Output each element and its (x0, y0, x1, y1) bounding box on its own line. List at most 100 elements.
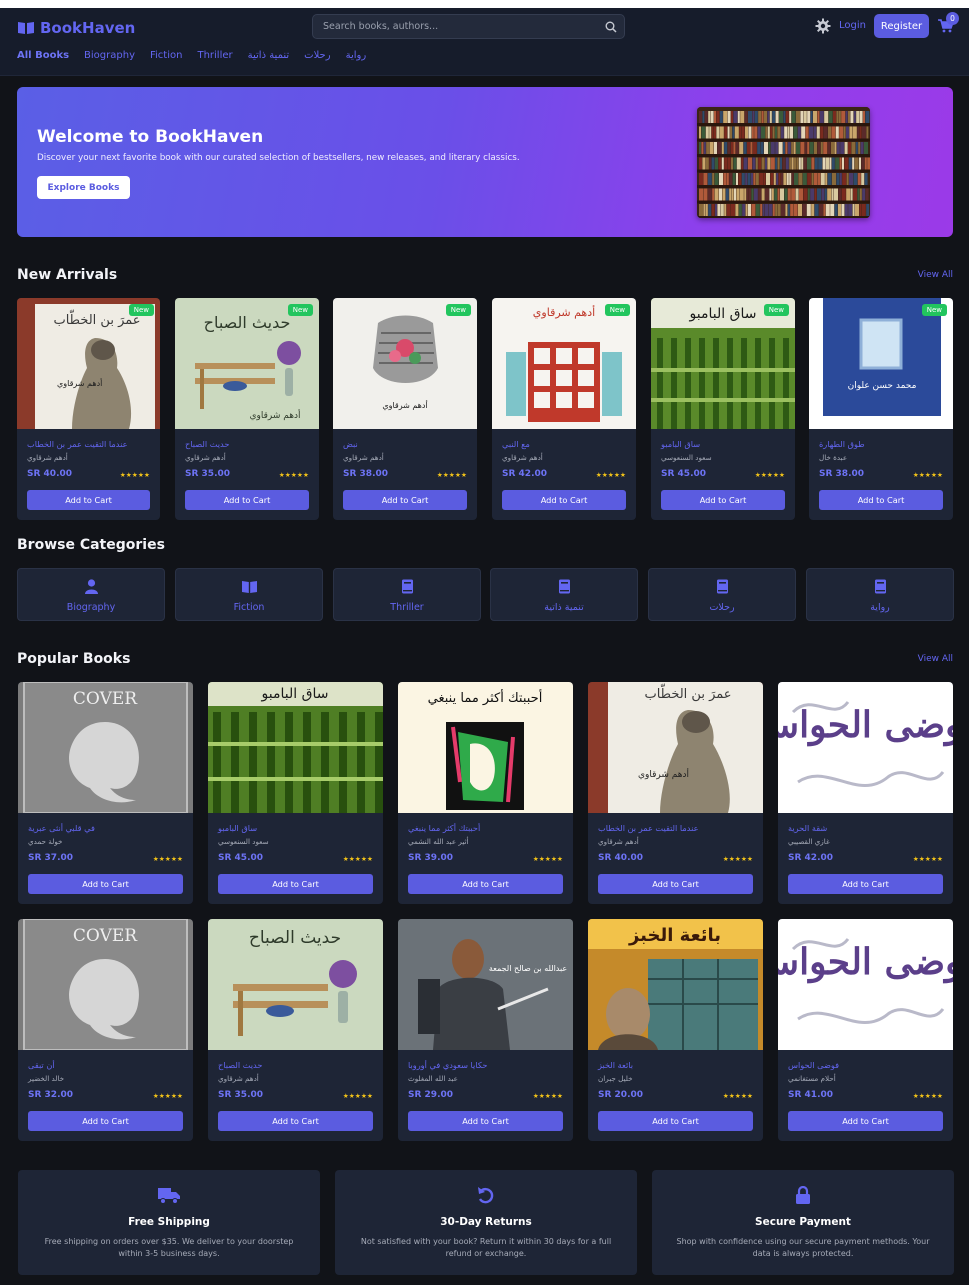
add-to-cart-button[interactable]: Add to Cart (218, 874, 373, 894)
book-title[interactable]: ساق البامبو (218, 823, 257, 833)
book-title[interactable]: حديث الصباح (185, 439, 229, 449)
new-arrivals-view-all[interactable]: View All (918, 270, 953, 280)
login-link[interactable]: Login (839, 20, 866, 31)
category-label: تنمية ذاتية (544, 602, 584, 613)
bookshelf-image (697, 107, 870, 218)
book-title[interactable]: أن تبقى (28, 1060, 55, 1070)
book-title[interactable]: عندما التقيت عمر بن الخطاب (27, 439, 127, 449)
add-to-cart-button[interactable]: Add to Cart (819, 490, 943, 510)
book-card[interactable]: عمرَ بن الخطّاب أدهم شرقاوي عندما التقيت… (588, 682, 763, 904)
category-thriller[interactable]: Thriller (333, 568, 481, 621)
add-to-cart-button[interactable]: Add to Cart (28, 1111, 183, 1131)
add-to-cart-button[interactable]: Add to Cart (788, 1111, 943, 1131)
add-to-cart-button[interactable]: Add to Cart (408, 874, 563, 894)
nav-fiction[interactable]: Fiction (150, 50, 182, 61)
category-fiction[interactable]: Fiction (175, 568, 323, 621)
add-to-cart-button[interactable]: Add to Cart (185, 490, 309, 510)
book-card[interactable]: عبدالله بن صالح الجمعة حكايا سعودي في أو… (398, 919, 573, 1141)
add-to-cart-button[interactable]: Add to Cart (408, 1111, 563, 1131)
nav-self-development[interactable]: تنمية ذاتية (248, 50, 290, 61)
gear-icon[interactable] (815, 18, 831, 34)
book-cover: COVER (18, 919, 193, 1050)
book-icon (402, 579, 413, 594)
book-cover: حديث الصباح (208, 919, 383, 1050)
book-price: SR 40.00 (27, 469, 73, 479)
register-button[interactable]: Register (874, 14, 929, 38)
rating-stars: ★★★★★ (152, 1092, 183, 1100)
book-card[interactable]: ساق البامبو New ساق البامبو سعود السنعوس… (651, 298, 795, 520)
nav-thriller[interactable]: Thriller (197, 50, 232, 61)
new-badge: New (445, 304, 471, 316)
brand-logo[interactable]: BookHaven (17, 19, 135, 37)
book-title[interactable]: طوق الطهارة (819, 439, 865, 449)
nav-novel[interactable]: رواية (346, 50, 367, 61)
add-to-cart-button[interactable]: Add to Cart (788, 874, 943, 894)
book-title[interactable]: ساق البامبو (661, 439, 700, 449)
category-self-development[interactable]: تنمية ذاتية (490, 568, 638, 621)
book-card[interactable]: أحببتك أكثر مما ينبغي أحببتك أكثر مما ين… (398, 682, 573, 904)
popular-view-all[interactable]: View All (918, 654, 953, 664)
book-title[interactable]: مع النبي (502, 439, 530, 449)
book-card[interactable]: أدهم شرقاوي New مع النبي أدهم شرقاوي SR … (492, 298, 636, 520)
add-to-cart-button[interactable]: Add to Cart (598, 874, 753, 894)
book-card[interactable]: أدهم شرقاوي New نبض أدهم شرقاوي SR 38.00… (333, 298, 477, 520)
window-top-edge (0, 0, 969, 8)
book-title[interactable]: حكايا سعودي في أوروبا (408, 1060, 487, 1070)
book-author: أحلام مستغانمي (788, 1074, 836, 1083)
book-card[interactable]: محمد حسن علوان New طوق الطهارة عبدة خال … (809, 298, 953, 520)
feature-secure-payment: Secure Payment Shop with confidence usin… (652, 1170, 954, 1275)
book-card[interactable]: ساق البامبو ساق البامبو سعود السنعوسي SR… (208, 682, 383, 904)
category-biography[interactable]: Biography (17, 568, 165, 621)
add-to-cart-button[interactable]: Add to Cart (28, 874, 183, 894)
add-to-cart-button[interactable]: Add to Cart (661, 490, 785, 510)
book-title[interactable]: نبض (343, 439, 358, 449)
book-card[interactable]: COVER أن تبقى خالد الخضير SR 32.00 ★★★★★… (18, 919, 193, 1141)
rating-stars: ★★★★★ (119, 471, 150, 479)
book-card[interactable]: حديث الصباح حديث الصباح أدهم شرقاوي SR 3… (208, 919, 383, 1141)
nav-travel[interactable]: رحلات (304, 50, 330, 61)
svg-text:حديث الصباح: حديث الصباح (249, 928, 341, 948)
book-cover: فوضى الحواس (778, 919, 953, 1050)
book-icon (875, 579, 886, 594)
book-price: SR 39.00 (408, 853, 454, 863)
book-title[interactable]: في قلبي أنثى عبرية (28, 823, 95, 833)
book-card[interactable]: فوضى الحواس شقة الحرية غازي القصيبي SR 4… (778, 682, 953, 904)
book-title[interactable]: بائعة الخبز (598, 1060, 633, 1070)
rating-stars: ★★★★★ (912, 471, 943, 479)
book-title[interactable]: فوضى الحواس (788, 1060, 839, 1070)
category-label: رواية (870, 602, 890, 613)
search-icon[interactable] (605, 21, 617, 33)
add-to-cart-button[interactable]: Add to Cart (27, 490, 150, 510)
book-card[interactable]: عمرَ بن الخطّاب أدهم شرقاوي New عندما ال… (17, 298, 160, 520)
category-travel[interactable]: رحلات (648, 568, 796, 621)
explore-books-button[interactable]: Explore Books (37, 176, 130, 199)
add-to-cart-button[interactable]: Add to Cart (343, 490, 467, 510)
search-input[interactable] (313, 15, 624, 38)
book-title[interactable]: عندما التقيت عمر بن الخطاب (598, 823, 698, 833)
rating-stars: ★★★★★ (722, 855, 753, 863)
category-novel[interactable]: رواية (806, 568, 954, 621)
book-icon (559, 579, 570, 594)
add-to-cart-button[interactable]: Add to Cart (218, 1111, 373, 1131)
book-card[interactable]: حديث الصباح أدهم شرقاوي New حديث الصباح … (175, 298, 319, 520)
book-title[interactable]: شقة الحرية (788, 823, 827, 833)
new-badge: New (287, 304, 313, 316)
svg-text:فوضى الحواس: فوضى الحواس (778, 941, 953, 984)
add-to-cart-button[interactable]: Add to Cart (598, 1111, 753, 1131)
book-card[interactable]: فوضى الحواس فوضى الحواس أحلام مستغانمي S… (778, 919, 953, 1141)
book-title[interactable]: حديث الصباح (218, 1060, 262, 1070)
svg-text:حديث الصباح: حديث الصباح (204, 313, 291, 333)
book-open-icon (18, 22, 34, 34)
nav-biography[interactable]: Biography (84, 50, 135, 61)
book-card[interactable]: COVER في قلبي أنثى عبرية خولة حمدي SR 37… (18, 682, 193, 904)
book-author: أدهم شرقاوي (598, 837, 639, 846)
nav-all-books[interactable]: All Books (17, 50, 69, 61)
book-card[interactable]: بائعة الخبز بائعة الخبز خليل جبران SR 20… (588, 919, 763, 1141)
book-cover: محمد حسن علوان (809, 298, 953, 429)
book-title[interactable]: أحببتك أكثر مما ينبغي (408, 823, 480, 833)
new-arrivals-title: New Arrivals (17, 267, 118, 283)
svg-text:COVER: COVER (73, 689, 138, 709)
add-to-cart-button[interactable]: Add to Cart (502, 490, 626, 510)
rating-stars: ★★★★★ (722, 1092, 753, 1100)
feature-title: Secure Payment (755, 1216, 851, 1228)
